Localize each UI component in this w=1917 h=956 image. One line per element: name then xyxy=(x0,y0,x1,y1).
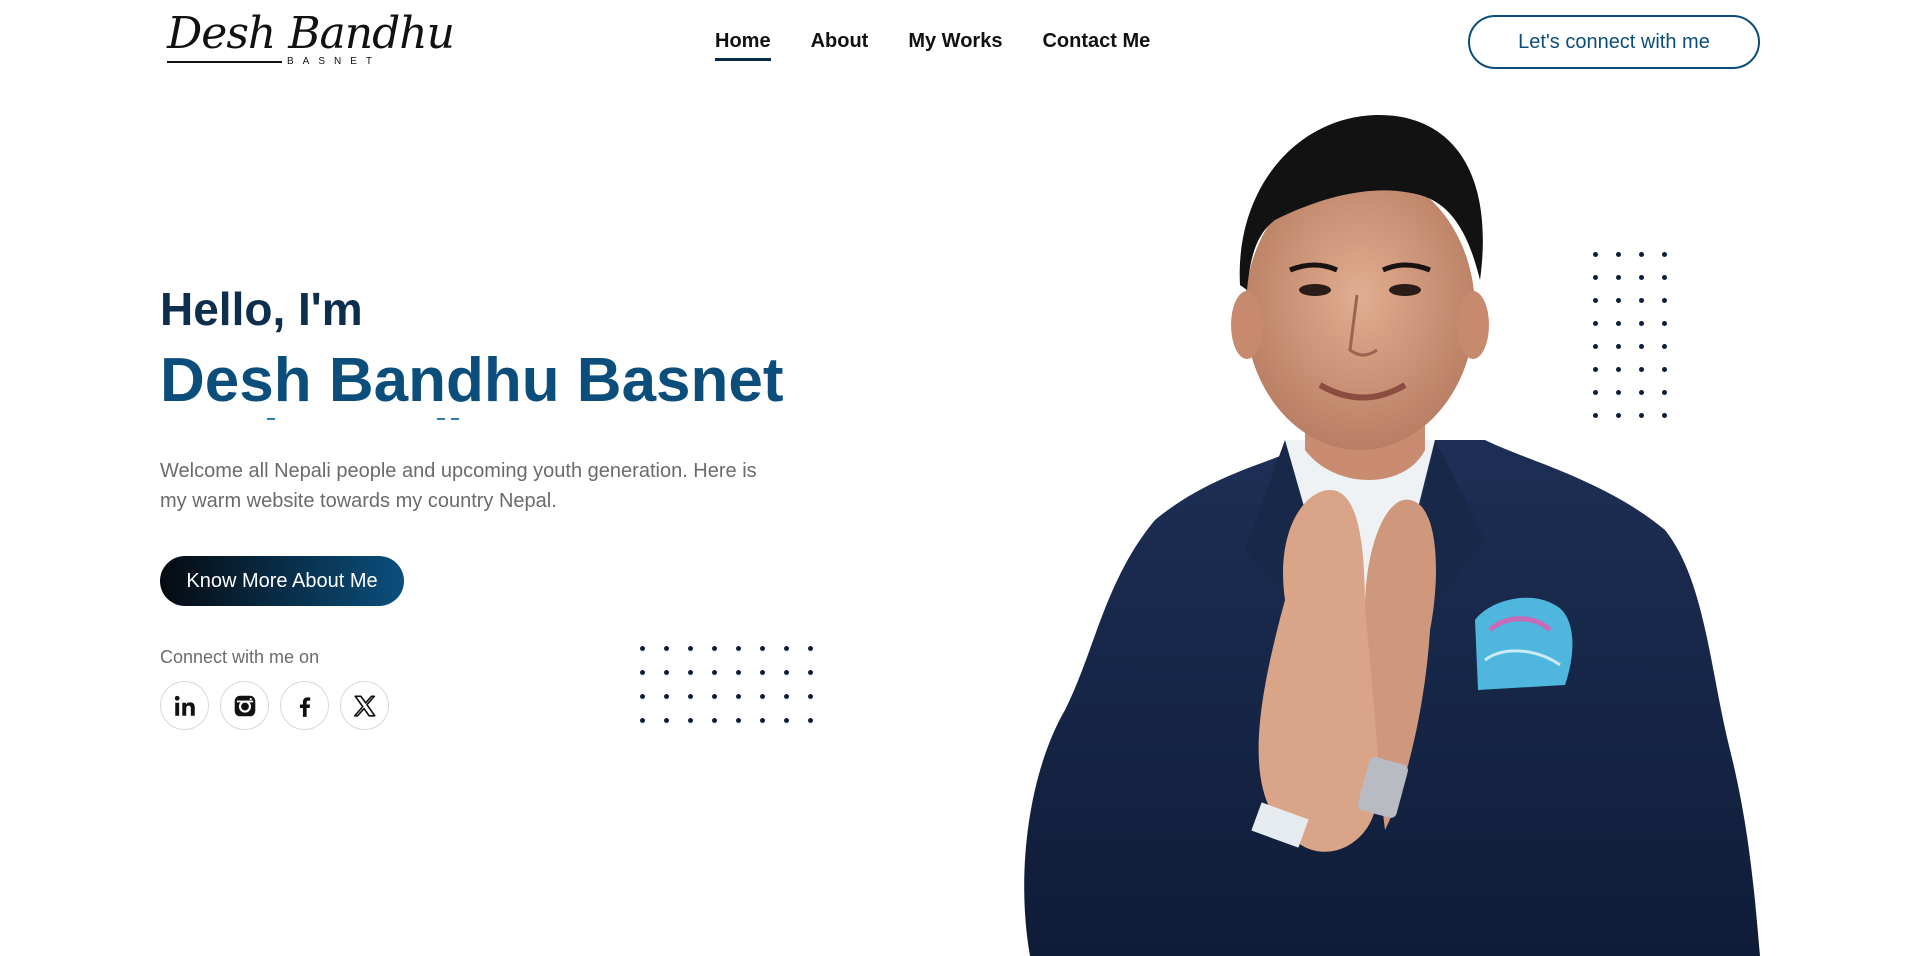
portrait-image xyxy=(1024,114,1760,956)
name-underline-accent xyxy=(437,418,445,420)
dot xyxy=(664,718,669,723)
dot xyxy=(1616,252,1621,257)
dot xyxy=(1593,275,1598,280)
dot xyxy=(784,670,789,675)
dot xyxy=(1593,367,1598,372)
dot xyxy=(736,718,741,723)
dot xyxy=(736,694,741,699)
dot xyxy=(640,670,645,675)
dot xyxy=(760,670,765,675)
social-links xyxy=(160,681,389,730)
dot xyxy=(1639,321,1644,326)
dot xyxy=(1639,298,1644,303)
hero-greeting: Hello, I'm xyxy=(160,283,363,335)
dot xyxy=(1593,413,1598,418)
dot xyxy=(688,694,693,699)
dot xyxy=(664,670,669,675)
connect-button[interactable]: Let's connect with me xyxy=(1468,15,1760,69)
dot xyxy=(712,718,717,723)
dot xyxy=(1616,367,1621,372)
know-more-button[interactable]: Know More About Me xyxy=(160,556,404,606)
dot xyxy=(1616,298,1621,303)
dot xyxy=(736,670,741,675)
decorative-dot-grid xyxy=(1593,252,1667,418)
name-underline-accent xyxy=(267,418,275,420)
dot xyxy=(1662,344,1667,349)
dot xyxy=(1639,413,1644,418)
dot xyxy=(1616,344,1621,349)
site-header: Desh Bandhu BASNET Home About My Works C… xyxy=(0,0,1917,84)
nav-contact[interactable]: Contact Me xyxy=(1042,30,1150,53)
dot xyxy=(1616,275,1621,280)
dot xyxy=(808,646,813,651)
site-logo[interactable]: Desh Bandhu BASNET xyxy=(163,10,455,72)
dot xyxy=(1662,367,1667,372)
dot xyxy=(640,646,645,651)
dot xyxy=(664,646,669,651)
dot xyxy=(808,670,813,675)
dot xyxy=(1639,367,1644,372)
linkedin-icon[interactable] xyxy=(160,681,209,730)
dot xyxy=(712,694,717,699)
dot xyxy=(1662,413,1667,418)
hero-description: Welcome all Nepali people and upcoming y… xyxy=(160,460,757,512)
dot xyxy=(712,670,717,675)
dot xyxy=(1593,344,1598,349)
dot xyxy=(1639,390,1644,395)
logo-underline xyxy=(167,61,282,63)
dot xyxy=(784,646,789,651)
dot xyxy=(640,718,645,723)
dot xyxy=(712,646,717,651)
dot xyxy=(688,718,693,723)
dot xyxy=(736,646,741,651)
dot xyxy=(1662,298,1667,303)
social-heading: Connect with me on xyxy=(160,647,320,667)
dot xyxy=(784,718,789,723)
dot xyxy=(760,646,765,651)
dot xyxy=(1616,390,1621,395)
dot xyxy=(1662,321,1667,326)
dot xyxy=(1662,275,1667,280)
dot xyxy=(760,718,765,723)
logo-script: Desh Bandhu xyxy=(167,8,455,59)
facebook-icon[interactable] xyxy=(280,681,329,730)
dot xyxy=(808,694,813,699)
dot xyxy=(688,646,693,651)
nav-my-works[interactable]: My Works xyxy=(908,30,1002,53)
dot xyxy=(1593,252,1598,257)
dot xyxy=(1639,344,1644,349)
dot xyxy=(1593,298,1598,303)
dot xyxy=(640,694,645,699)
logo-subtitle: BASNET xyxy=(287,56,382,67)
dot xyxy=(1662,390,1667,395)
dot xyxy=(760,694,765,699)
dot xyxy=(1593,390,1598,395)
hero-name: Desh Bandhu Basnet xyxy=(160,346,784,415)
dot xyxy=(664,694,669,699)
nav-about[interactable]: About xyxy=(811,30,869,53)
x-twitter-icon[interactable] xyxy=(340,681,389,730)
instagram-icon[interactable] xyxy=(220,681,269,730)
dot xyxy=(1616,321,1621,326)
nav-home[interactable]: Home xyxy=(715,30,771,61)
dot xyxy=(1662,252,1667,257)
main-nav: Home About My Works Contact Me xyxy=(715,30,1150,61)
dot xyxy=(688,670,693,675)
dot xyxy=(1616,413,1621,418)
decorative-dot-grid xyxy=(640,646,813,723)
dot xyxy=(808,718,813,723)
name-underline-accent xyxy=(451,418,459,420)
dot xyxy=(1639,252,1644,257)
dot xyxy=(784,694,789,699)
dot xyxy=(1593,321,1598,326)
dot xyxy=(1639,275,1644,280)
